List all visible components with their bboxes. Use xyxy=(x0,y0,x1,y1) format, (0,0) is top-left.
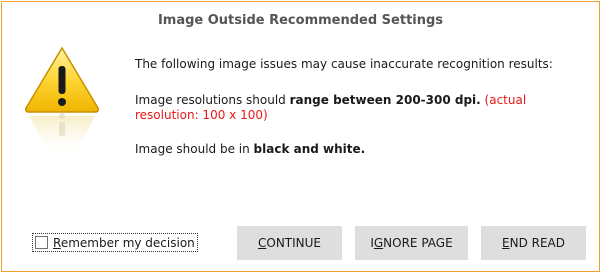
end-read-button[interactable]: E ND READ xyxy=(481,226,586,260)
end-label: ND READ xyxy=(509,236,565,250)
bw-prefix: Image should be in xyxy=(135,142,254,156)
dialog-title: Image Outside Recommended Settings xyxy=(157,13,444,28)
continue-label: ONTINUE xyxy=(266,236,322,250)
intro-text: The following image issues may cause ina… xyxy=(135,57,553,71)
remember-decision-checkbox[interactable]: Remember my decision xyxy=(32,233,198,252)
checkbox-box[interactable] xyxy=(35,236,48,249)
end-mnemonic: E xyxy=(502,236,510,250)
message-body: The following image issues may cause ina… xyxy=(135,57,585,157)
ignore-page-button[interactable]: I G NORE PAGE xyxy=(355,226,468,260)
continue-button[interactable]: C ONTINUE xyxy=(237,226,342,260)
remember-label-rest: emember my decision xyxy=(60,235,195,250)
image-settings-dialog: Image Outside Recommended Settings The f… xyxy=(1,1,600,272)
bw-bold: black and white. xyxy=(253,142,366,156)
continue-mnemonic: C xyxy=(257,236,267,250)
warning-icon xyxy=(25,46,99,161)
resolution-text: Image resolutions should range between 2… xyxy=(135,93,585,123)
remember-label: Remember my decision xyxy=(53,236,195,250)
resolution-range: range between 200-300 dpi. xyxy=(289,93,481,107)
ignore-label: NORE PAGE xyxy=(383,236,453,250)
black-white-text: Image should be in black and white. xyxy=(135,142,585,157)
dialog-footer: Remember my decision C ONTINUE I G NORE PAG… xyxy=(2,226,599,260)
remember-mnemonic: R xyxy=(53,235,61,250)
resolution-prefix: Image resolutions should xyxy=(135,93,290,107)
ignore-mnemonic: G xyxy=(373,236,384,250)
